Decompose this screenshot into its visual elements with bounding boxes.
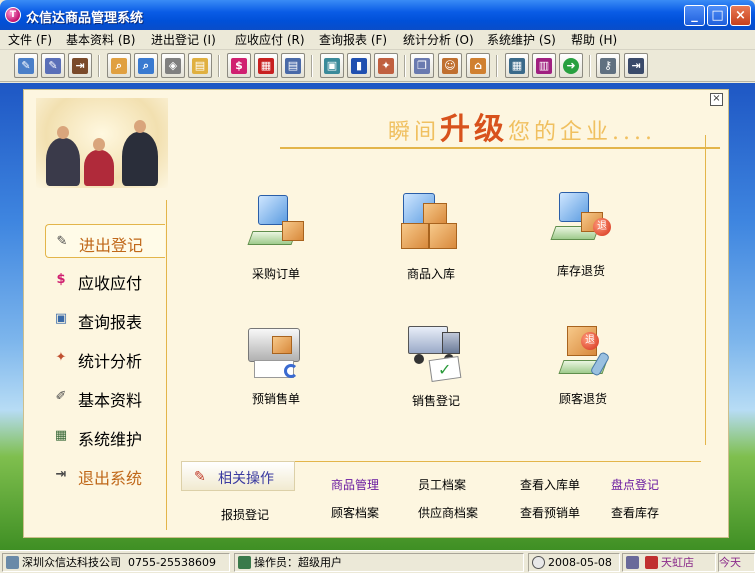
copy-icon[interactable]: ❐ <box>410 53 434 78</box>
link-employee-records[interactable]: 员工档案 <box>418 476 466 493</box>
magnify-icon[interactable]: ⌕ <box>134 53 158 78</box>
link-product-management[interactable]: 商品管理 <box>331 476 379 493</box>
checklist-icon: ✎ <box>194 469 206 485</box>
nav-exit[interactable]: ⇥ 退出系统 <box>45 458 165 492</box>
status-operator: 操作员：超级用户 <box>234 553 524 572</box>
module-pre-sales[interactable]: 预销售单 <box>216 324 336 419</box>
module-stock-in[interactable]: 商品入库 <box>371 193 491 288</box>
divider <box>705 135 706 445</box>
title-bar: T 众信达商品管理系统 _ □ × <box>0 0 755 30</box>
business-people-photo <box>36 98 168 188</box>
stock-return-icon: 退 <box>549 190 613 252</box>
preview-icon[interactable]: ▣ <box>320 53 344 78</box>
module-stock-return[interactable]: 退 库存退货 <box>521 190 641 285</box>
sales-register-icon: ✓ <box>404 322 468 384</box>
toolbar: ✎ ✎ ⇥ ⌕ ⌕ ◈ ▤ $ ▦ ▤ ▣ ▮ ✦ ❐ ☺ ⌂ ▦ ▥ ➜ ⚷ … <box>0 50 755 82</box>
link-inventory-check[interactable]: 盘点登记 <box>611 476 659 493</box>
edit-icon: ✎ <box>56 234 68 249</box>
clock-icon <box>532 555 545 569</box>
menu-inout-register[interactable]: 进出登记 (I) <box>151 32 216 48</box>
nav-query-report[interactable]: ▣ 查询报表 <box>45 302 165 336</box>
menu-statistics[interactable]: 统计分析 (O) <box>403 32 474 48</box>
computer-icon <box>6 555 19 569</box>
menu-help[interactable]: 帮助 (H) <box>571 32 617 48</box>
folder-icon[interactable]: ▤ <box>188 53 212 78</box>
maintenance-icon: ▦ <box>54 428 68 443</box>
panel-close-icon[interactable]: × <box>710 93 723 106</box>
nav-statistics[interactable]: ✦ 统计分析 <box>45 341 165 375</box>
key-icon[interactable]: ⚷ <box>596 53 620 78</box>
related-ops-header: ✎ 相关操作 <box>181 461 295 491</box>
status-company: 深圳众信达科技公司 0755-25538609 <box>2 553 230 572</box>
customer-return-icon: 退 <box>551 322 615 384</box>
link-loss-register[interactable]: 报损登记 <box>221 506 269 523</box>
dollar-icon[interactable]: $ <box>227 53 251 78</box>
status-store: 天虹店 <box>622 553 716 572</box>
divider <box>166 200 167 530</box>
report-icon: ▣ <box>54 311 68 326</box>
analysis-icon: ✦ <box>55 350 67 365</box>
calendar-icon <box>626 555 639 569</box>
report-icon[interactable]: ▤ <box>281 53 305 78</box>
exit-icon: ⇥ <box>55 467 67 482</box>
users-icon[interactable]: ☺ <box>438 53 462 78</box>
calculator-icon[interactable]: ▦ <box>505 53 529 78</box>
window-title: 众信达商品管理系统 <box>26 11 144 26</box>
module-purchase-order[interactable]: 采购订单 <box>216 193 336 288</box>
link-view-stock-in[interactable]: 查看入库单 <box>520 476 580 493</box>
go-green-icon[interactable]: ➜ <box>559 53 583 78</box>
edit-doc-icon[interactable]: ✎ <box>14 53 38 78</box>
notice-icon <box>645 555 658 569</box>
maximize-button[interactable]: □ <box>707 5 728 26</box>
status-extra: 今天 <box>718 553 755 572</box>
edit-doc2-icon[interactable]: ✎ <box>41 53 65 78</box>
stock-in-icon <box>399 193 463 255</box>
nav-basic-data[interactable]: ✐ 基本资料 <box>45 380 165 414</box>
app-icon: T <box>5 7 21 23</box>
exit-doc-icon[interactable]: ⇥ <box>68 53 92 78</box>
link-view-pre-sales[interactable]: 查看预销单 <box>520 504 580 521</box>
dollar-icon: $ <box>56 272 66 287</box>
status-bar: 深圳众信达科技公司 0755-25538609 操作员：超级用户 2008-05… <box>0 550 755 573</box>
logout-icon[interactable]: ⇥ <box>624 53 648 78</box>
link-view-inventory[interactable]: 查看库存 <box>611 504 659 521</box>
basic-data-icon: ✐ <box>55 389 67 404</box>
slogan: 瞬间升级您的企业.... <box>388 112 656 147</box>
search-doc-icon[interactable]: ⌕ <box>107 53 131 78</box>
status-date: 2008-05-08 <box>528 553 620 572</box>
link-supplier-records[interactable]: 供应商档案 <box>418 504 478 521</box>
report-red-icon[interactable]: ▦ <box>254 53 278 78</box>
menu-file[interactable]: 文件 (F) <box>8 32 52 48</box>
bar-chart-icon[interactable]: ▮ <box>347 53 371 78</box>
home-icon[interactable]: ⌂ <box>466 53 490 78</box>
books-icon[interactable]: ▥ <box>532 53 556 78</box>
minimize-button[interactable]: _ <box>684 5 705 26</box>
close-button[interactable]: × <box>730 5 751 26</box>
sticker-icon[interactable]: ✦ <box>374 53 398 78</box>
module-customer-return[interactable]: 退 顾客退货 <box>523 322 643 417</box>
link-customer-records[interactable]: 顾客档案 <box>331 504 379 521</box>
divider <box>280 147 720 149</box>
operator-icon <box>238 555 251 569</box>
purchase-order-icon <box>244 193 308 255</box>
menu-system-maintenance[interactable]: 系统维护 (S) <box>487 32 556 48</box>
nav-system-maintenance[interactable]: ▦ 系统维护 <box>45 419 165 453</box>
menu-basic-data[interactable]: 基本资料 (B) <box>66 32 135 48</box>
menu-query-report[interactable]: 查询报表 (F) <box>319 32 387 48</box>
nav-inout-register[interactable]: ✎ 进出登记 <box>45 224 165 258</box>
module-sales-register[interactable]: ✓ 销售登记 <box>376 322 496 417</box>
tag-icon[interactable]: ◈ <box>161 53 185 78</box>
pre-sales-icon <box>244 324 308 386</box>
nav-receivable-payable[interactable]: $ 应收应付 <box>45 263 165 297</box>
menu-receivable-payable[interactable]: 应收应付 (R) <box>235 32 305 48</box>
menu-bar: 文件 (F) 基本资料 (B) 进出登记 (I) 应收应付 (R) 查询报表 (… <box>0 30 755 50</box>
